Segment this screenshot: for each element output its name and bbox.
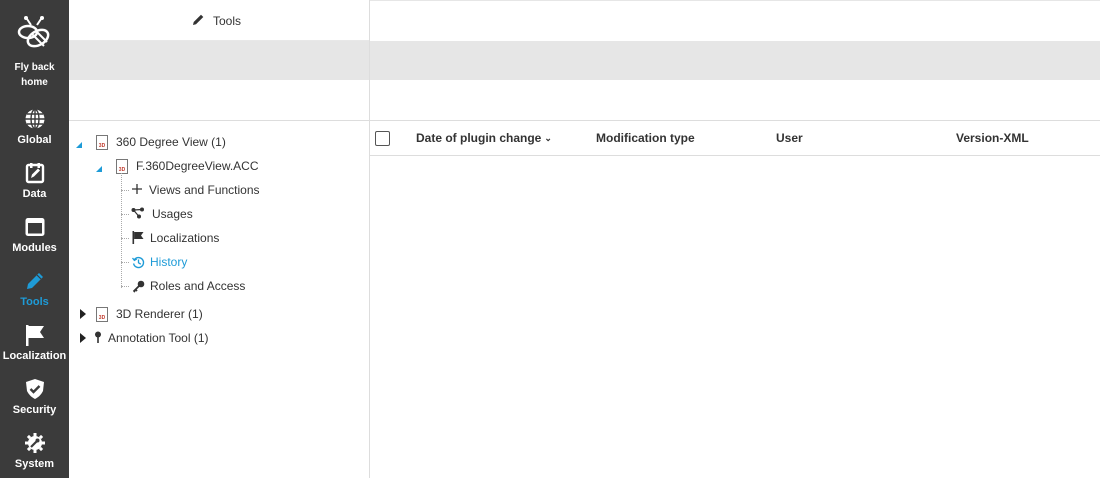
shield-check-icon (26, 379, 44, 399)
nav-item-localization[interactable]: Localization (0, 324, 69, 378)
nav-label-modules: Modules (12, 242, 57, 254)
nav-item-security[interactable]: Security (0, 378, 69, 432)
tree-connector (121, 190, 129, 191)
tree-item-localizations[interactable]: Localizations (150, 228, 219, 248)
nav-label-tools: Tools (20, 296, 49, 308)
tree-connector (121, 262, 129, 263)
select-all-checkbox[interactable] (375, 131, 390, 146)
page-title: Tools (213, 14, 242, 28)
tree-item-acc[interactable]: F.360DegreeView.ACC (136, 156, 259, 176)
tree-item-3d-renderer[interactable]: 3D Renderer (1) (116, 304, 203, 324)
content-header (370, 0, 1100, 41)
nav-label-localization: Localization (2, 350, 67, 362)
column-label: Date of plugin change (416, 131, 542, 145)
tree-item-360-degree-view[interactable]: 360 Degree View (1) (116, 132, 226, 152)
expand-toggle-icon[interactable] (76, 142, 82, 148)
expand-toggle-icon[interactable] (80, 333, 86, 343)
nav-item-modules[interactable]: Modules (0, 216, 69, 270)
column-date-of-plugin-change[interactable]: Date of plugin change ⌄ (416, 131, 552, 145)
pin-icon (95, 331, 101, 343)
fly-back-home-button[interactable]: Fly back home (0, 0, 69, 100)
key-icon (132, 280, 145, 293)
tree-connector (121, 214, 129, 215)
expand-toggle-icon[interactable] (80, 309, 86, 319)
toolbar-band (69, 41, 1100, 80)
edit-box-icon (25, 163, 45, 184)
bee-logo-icon (17, 16, 50, 48)
tree-item-history[interactable]: History (150, 252, 187, 272)
file-3d-icon: 3D (96, 135, 108, 150)
tree-connector (121, 238, 129, 239)
expand-toggle-icon[interactable] (96, 166, 102, 172)
share-nodes-icon (131, 207, 144, 219)
column-modification-type[interactable]: Modification type (596, 131, 695, 145)
flag-icon (26, 325, 44, 346)
nav-item-global[interactable]: Global (0, 108, 69, 162)
plus-icon (132, 184, 142, 194)
sort-descending-icon: ⌄ (544, 133, 552, 143)
flag-icon (132, 231, 144, 244)
main-nav: Fly back home Global Data Modules Tools … (0, 0, 69, 478)
panel-divider[interactable] (369, 0, 370, 478)
history-icon (132, 256, 145, 269)
column-version-xml[interactable]: Version-XML (956, 131, 1029, 145)
globe-icon (25, 108, 45, 130)
history-table-header: Date of plugin change ⌄ Modification type… (370, 121, 1100, 156)
gear-wrench-icon (25, 433, 45, 453)
nav-label-security: Security (12, 404, 57, 416)
nav-item-data[interactable]: Data (0, 162, 69, 216)
tree-item-views-and-functions[interactable]: Views and Functions (149, 180, 260, 200)
tree-item-usages[interactable]: Usages (152, 204, 193, 224)
file-3d-icon: 3D (116, 159, 128, 174)
file-3d-icon: 3D (96, 307, 108, 322)
tools-panel-header: Tools (69, 0, 369, 41)
pencil-icon (27, 273, 43, 289)
tree-connector (121, 286, 129, 287)
nav-item-tools[interactable]: Tools (0, 270, 69, 324)
nav-label-system: System (14, 458, 55, 470)
window-icon (25, 218, 45, 236)
fly-back-home-label: Fly back home (14, 62, 55, 88)
nav-label-global: Global (17, 134, 52, 146)
pencil-icon (193, 14, 204, 25)
tree-item-annotation-tool[interactable]: Annotation Tool (1) (108, 328, 209, 348)
nav-label-data: Data (22, 188, 47, 200)
column-user[interactable]: User (776, 131, 803, 145)
tree-item-roles-and-access[interactable]: Roles and Access (150, 276, 245, 296)
filter-band (69, 80, 1100, 121)
